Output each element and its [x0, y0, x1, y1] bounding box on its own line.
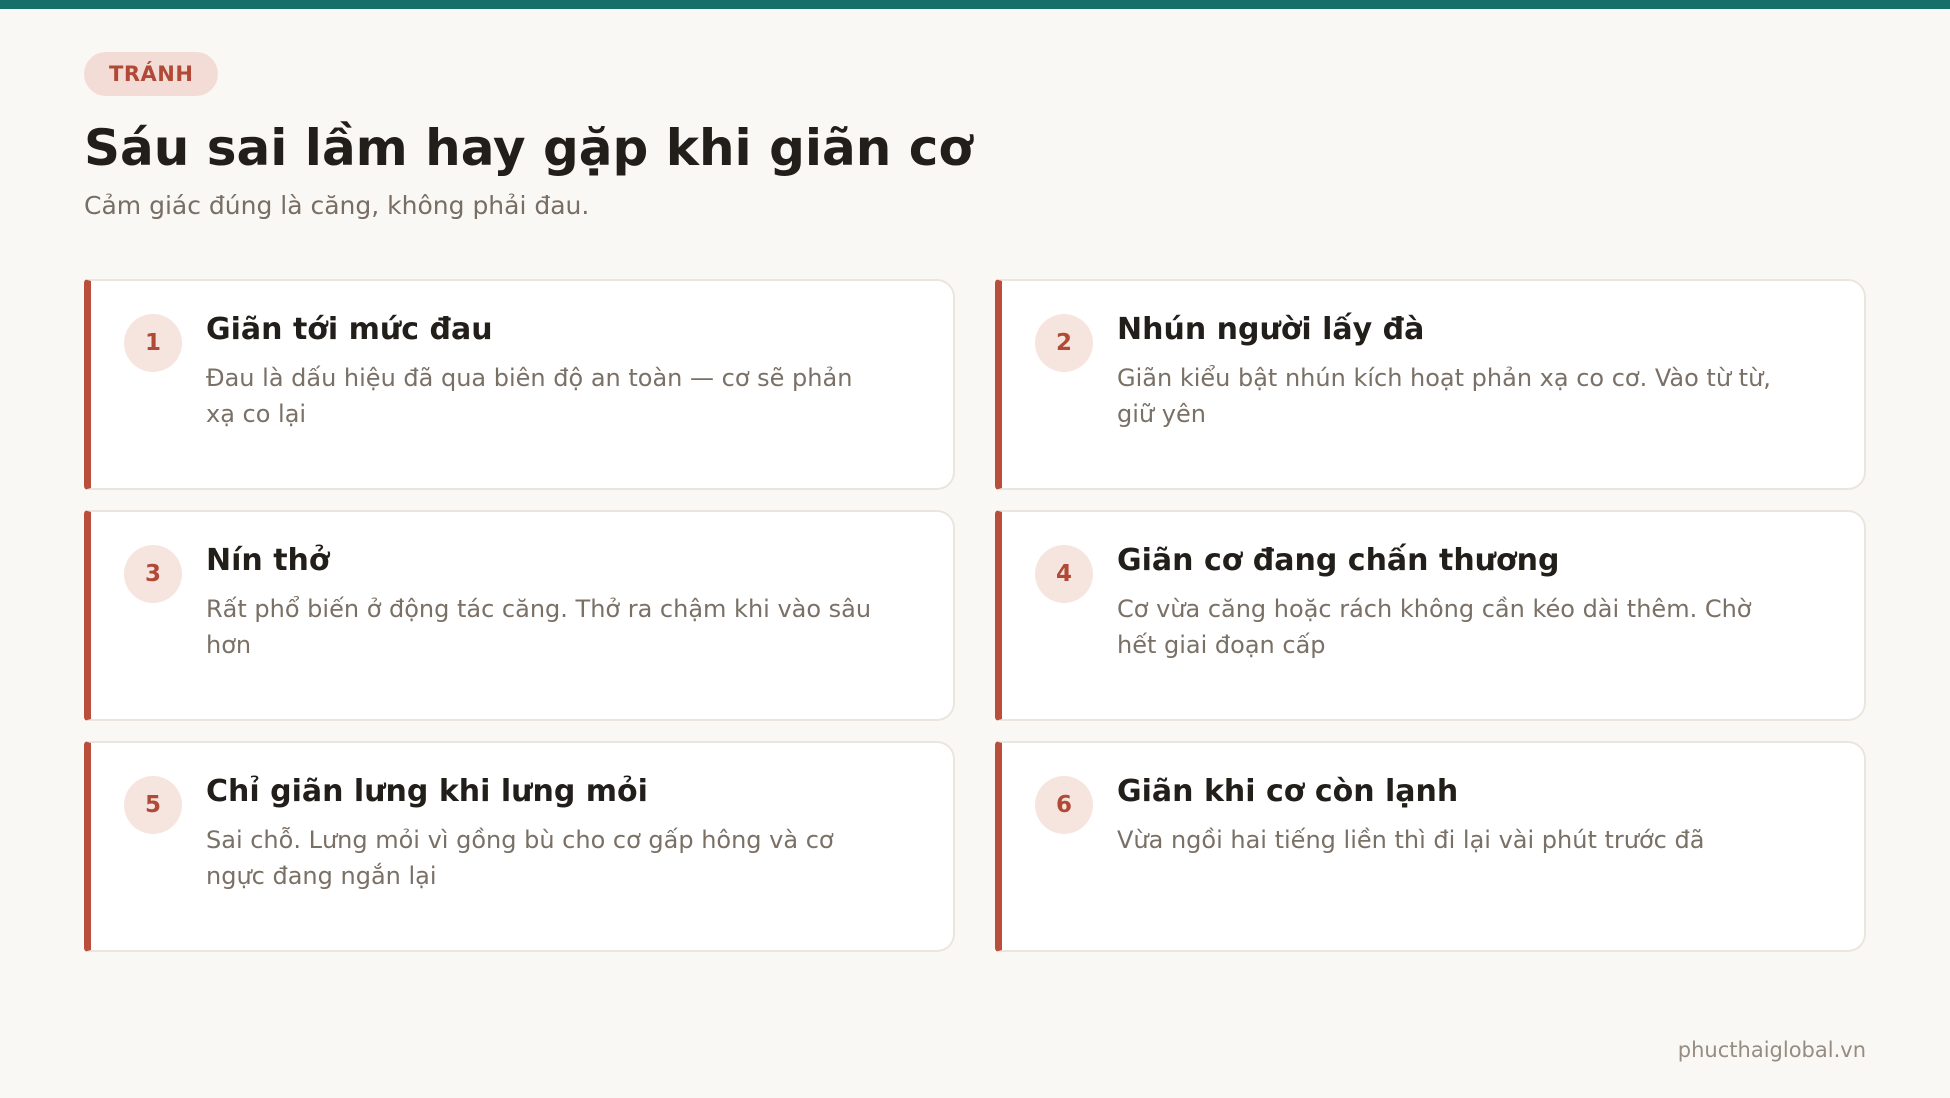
mistakes-grid: 1 Giãn tới mức đau Đau là dấu hiệu đã qu…: [84, 279, 1866, 952]
card-number-badge: 6: [1035, 776, 1093, 834]
card-title: Giãn khi cơ còn lạnh: [1117, 774, 1459, 809]
mistake-card-1: 1 Giãn tới mức đau Đau là dấu hiệu đã qu…: [84, 279, 955, 490]
card-title: Nín thở: [206, 543, 330, 578]
card-number-badge: 1: [124, 314, 182, 372]
card-number-badge: 2: [1035, 314, 1093, 372]
page-title: Sáu sai lầm hay gặp khi giãn cơ: [84, 119, 973, 177]
footer-site-link[interactable]: phucthaiglobal.vn: [1678, 1038, 1866, 1062]
card-body: Giãn khi cơ còn lạnh Vừa ngồi hai tiếng …: [1117, 772, 1824, 858]
card-description: Giãn kiểu bật nhún kích hoạt phản xạ co …: [1117, 364, 1771, 428]
page-header: TRÁNH Sáu sai lầm hay gặp khi giãn cơ Cả…: [84, 52, 1864, 222]
card-body: Giãn cơ đang chấn thương Cơ vừa căng hoặ…: [1117, 541, 1824, 663]
card-number-badge: 5: [124, 776, 182, 834]
card-number-badge: 3: [124, 545, 182, 603]
card-description: Đau là dấu hiệu đã qua biên độ an toàn —…: [206, 364, 853, 428]
top-accent-bar: [0, 0, 1950, 9]
mistake-card-4: 4 Giãn cơ đang chấn thương Cơ vừa căng h…: [995, 510, 1866, 721]
card-title: Nhún người lấy đà: [1117, 312, 1425, 347]
card-title: Giãn cơ đang chấn thương: [1117, 543, 1560, 578]
card-body: Nhún người lấy đà Giãn kiểu bật nhún kíc…: [1117, 310, 1824, 432]
page-subtitle: Cảm giác đúng là căng, không phải đau.: [84, 191, 590, 220]
mistake-card-3: 3 Nín thở Rất phổ biến ở động tác căng. …: [84, 510, 955, 721]
mistake-card-2: 2 Nhún người lấy đà Giãn kiểu bật nhún k…: [995, 279, 1866, 490]
card-title: Giãn tới mức đau: [206, 312, 493, 347]
mistake-card-6: 6 Giãn khi cơ còn lạnh Vừa ngồi hai tiến…: [995, 741, 1866, 952]
category-tag: TRÁNH: [84, 52, 219, 96]
card-description: Rất phổ biến ở động tác căng. Thở ra chậ…: [206, 595, 872, 659]
card-title: Chỉ giãn lưng khi lưng mỏi: [206, 774, 648, 809]
card-body: Giãn tới mức đau Đau là dấu hiệu đã qua …: [206, 310, 913, 432]
mistake-card-5: 5 Chỉ giãn lưng khi lưng mỏi Sai chỗ. Lư…: [84, 741, 955, 952]
card-body: Nín thở Rất phổ biến ở động tác căng. Th…: [206, 541, 913, 663]
card-description: Sai chỗ. Lưng mỏi vì gồng bù cho cơ gấp …: [206, 826, 834, 890]
card-description: Vừa ngồi hai tiếng liền thì đi lại vài p…: [1117, 826, 1705, 854]
card-body: Chỉ giãn lưng khi lưng mỏi Sai chỗ. Lưng…: [206, 772, 913, 894]
card-number-badge: 4: [1035, 545, 1093, 603]
card-description: Cơ vừa căng hoặc rách không cần kéo dài …: [1117, 595, 1752, 659]
